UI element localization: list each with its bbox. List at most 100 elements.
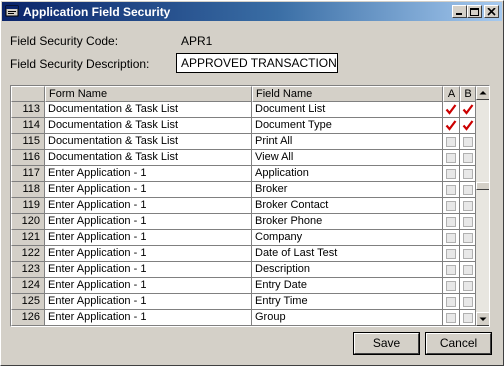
row-number[interactable]: 117 xyxy=(11,166,45,182)
permission-b-checkbox[interactable] xyxy=(463,249,473,259)
row-number[interactable]: 114 xyxy=(11,118,45,134)
permission-b-checkbox[interactable] xyxy=(463,297,473,307)
application-field-security-window: Application Field Security Field Securit… xyxy=(0,0,504,366)
permission-a-checkbox[interactable] xyxy=(446,233,456,243)
permission-a-cell xyxy=(443,278,460,294)
table-row[interactable]: 118 Enter Application - 1 Broker xyxy=(11,182,476,198)
table-row[interactable]: 120 Enter Application - 1 Broker Phone xyxy=(11,214,476,230)
table-row[interactable]: 114 Documentation & Task List Document Typ… xyxy=(11,118,476,134)
column-a-header[interactable]: A xyxy=(443,86,460,102)
cancel-button[interactable]: Cancel xyxy=(425,332,492,355)
permission-a-cell xyxy=(443,198,460,214)
scroll-down-button[interactable] xyxy=(476,312,489,326)
permission-a-checkbox[interactable] xyxy=(446,185,456,195)
table-row[interactable]: 124 Enter Application - 1 Entry Date xyxy=(11,278,476,294)
permission-a-cell xyxy=(443,102,460,118)
table-row[interactable]: 122 Enter Application - 1 Date of Last Tes… xyxy=(11,246,476,262)
form-name-cell: Enter Application - 1 xyxy=(45,230,252,246)
row-number[interactable]: 115 xyxy=(11,134,45,150)
table-row[interactable]: 117 Enter Application - 1 Application xyxy=(11,166,476,182)
row-number[interactable]: 122 xyxy=(11,246,45,262)
permission-b-checkbox[interactable] xyxy=(463,185,473,195)
scroll-thumb[interactable] xyxy=(476,182,489,190)
scroll-up-button[interactable] xyxy=(476,86,489,100)
permission-b-checkbox[interactable] xyxy=(463,233,473,243)
table-row[interactable]: 113 Documentation & Task List Document Lis… xyxy=(11,102,476,118)
form-name-cell: Enter Application - 1 xyxy=(45,182,252,198)
permission-b-cell xyxy=(460,310,476,326)
permission-a-cell xyxy=(443,182,460,198)
form-name-cell: Documentation & Task List xyxy=(45,118,252,134)
permission-b-checkbox[interactable] xyxy=(463,137,473,147)
permission-b-cell xyxy=(460,134,476,150)
permission-b-checkbox[interactable] xyxy=(463,169,473,179)
permission-b-checkbox[interactable] xyxy=(462,104,474,115)
permission-a-checkbox[interactable] xyxy=(445,120,457,131)
permission-a-cell xyxy=(443,134,460,150)
permission-b-cell xyxy=(460,166,476,182)
permission-a-checkbox[interactable] xyxy=(446,153,456,163)
maximize-button[interactable] xyxy=(467,5,482,18)
row-number[interactable]: 119 xyxy=(11,198,45,214)
form-name-cell: Enter Application - 1 xyxy=(45,214,252,230)
field-security-description-field[interactable]: APPROVED TRANSACTION xyxy=(176,53,338,73)
row-number[interactable]: 116 xyxy=(11,150,45,166)
field-security-grid[interactable]: Form Name Field Name A B 113 Documentatio… xyxy=(10,85,490,327)
table-row[interactable]: 121 Enter Application - 1 Company xyxy=(11,230,476,246)
permission-a-checkbox[interactable] xyxy=(446,137,456,147)
table-row[interactable]: 116 Documentation & Task List View All xyxy=(11,150,476,166)
form-name-cell: Enter Application - 1 xyxy=(45,166,252,182)
row-number[interactable]: 124 xyxy=(11,278,45,294)
row-number[interactable]: 121 xyxy=(11,230,45,246)
permission-b-checkbox[interactable] xyxy=(463,313,473,323)
permission-b-cell xyxy=(460,182,476,198)
permission-b-checkbox[interactable] xyxy=(463,217,473,227)
permission-a-cell xyxy=(443,294,460,310)
permission-b-checkbox[interactable] xyxy=(463,265,473,275)
field-name-header[interactable]: Field Name xyxy=(252,86,443,102)
permission-a-cell xyxy=(443,214,460,230)
permission-b-checkbox[interactable] xyxy=(462,120,474,131)
column-b-header[interactable]: B xyxy=(460,86,476,102)
permission-b-cell xyxy=(460,150,476,166)
row-number[interactable]: 125 xyxy=(11,294,45,310)
form-name-header[interactable]: Form Name xyxy=(45,86,252,102)
vertical-scrollbar[interactable] xyxy=(476,86,489,326)
permission-b-checkbox[interactable] xyxy=(463,153,473,163)
permission-b-checkbox[interactable] xyxy=(463,281,473,291)
table-row[interactable]: 125 Enter Application - 1 Entry Time xyxy=(11,294,476,310)
permission-a-checkbox[interactable] xyxy=(446,169,456,179)
row-number-header[interactable] xyxy=(11,86,45,102)
permission-a-checkbox[interactable] xyxy=(446,281,456,291)
field-name-cell: Application xyxy=(252,166,443,182)
permission-a-checkbox[interactable] xyxy=(446,265,456,275)
permission-a-checkbox[interactable] xyxy=(445,104,457,115)
save-button[interactable]: Save xyxy=(353,332,420,355)
row-number[interactable]: 118 xyxy=(11,182,45,198)
table-row[interactable]: 119 Enter Application - 1 Broker Contact xyxy=(11,198,476,214)
table-row[interactable]: 115 Documentation & Task List Print All xyxy=(11,134,476,150)
row-number[interactable]: 123 xyxy=(11,262,45,278)
checkmark-icon xyxy=(462,104,474,115)
field-security-code-label: Field Security Code: xyxy=(10,34,119,48)
close-icon xyxy=(487,8,496,16)
permission-a-checkbox[interactable] xyxy=(446,249,456,259)
row-number[interactable]: 126 xyxy=(11,310,45,326)
form-name-cell: Enter Application - 1 xyxy=(45,262,252,278)
minimize-button[interactable] xyxy=(452,5,467,18)
permission-a-checkbox[interactable] xyxy=(446,313,456,323)
table-row[interactable]: 123 Enter Application - 1 Description xyxy=(11,262,476,278)
permission-a-checkbox[interactable] xyxy=(446,201,456,211)
permission-b-cell xyxy=(460,278,476,294)
permission-b-cell xyxy=(460,230,476,246)
table-row[interactable]: 126 Enter Application - 1 Group xyxy=(11,310,476,326)
permission-b-checkbox[interactable] xyxy=(463,201,473,211)
permission-a-checkbox[interactable] xyxy=(446,217,456,227)
form-name-cell: Enter Application - 1 xyxy=(45,198,252,214)
title-bar[interactable]: Application Field Security xyxy=(2,2,502,21)
row-number[interactable]: 113 xyxy=(11,102,45,118)
row-number[interactable]: 120 xyxy=(11,214,45,230)
permission-a-checkbox[interactable] xyxy=(446,297,456,307)
field-name-cell: Entry Time xyxy=(252,294,443,310)
close-button[interactable] xyxy=(484,5,499,18)
